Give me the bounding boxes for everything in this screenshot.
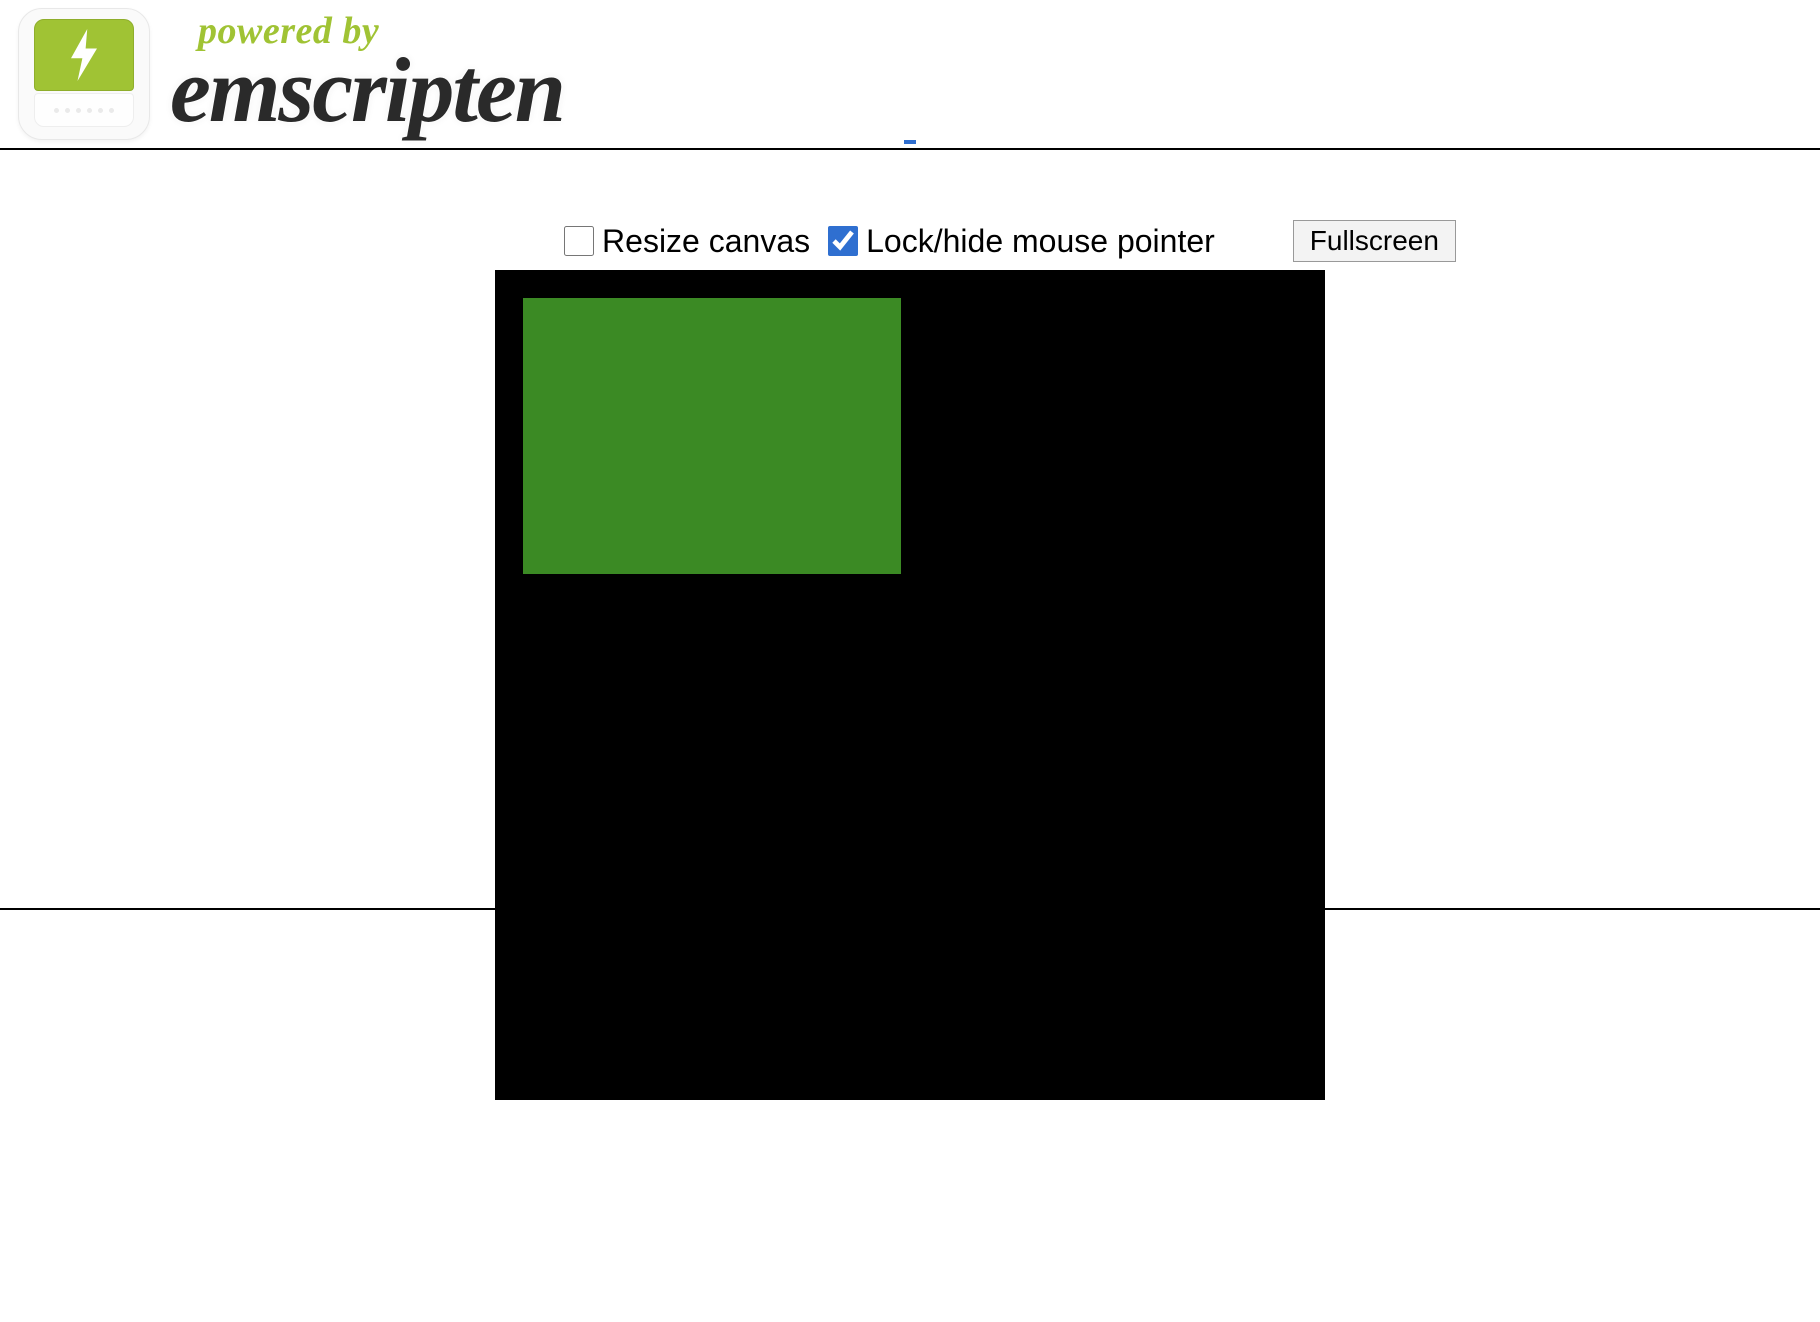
bolt-icon xyxy=(64,29,104,81)
logo-bottom xyxy=(34,93,134,127)
fullscreen-button[interactable]: Fullscreen xyxy=(1293,220,1456,262)
footer-divider xyxy=(0,908,1820,910)
lock-pointer-group[interactable]: Lock/hide mouse pointer xyxy=(828,223,1215,260)
header: powered by emscripten xyxy=(0,0,1820,148)
controls-bar: Resize canvas Lock/hide mouse pointer Fu… xyxy=(0,220,1820,262)
lock-pointer-checkbox[interactable] xyxy=(828,226,858,256)
lock-pointer-label: Lock/hide mouse pointer xyxy=(866,223,1215,260)
canvas-area xyxy=(0,270,1820,1100)
logo-text: powered by emscripten xyxy=(170,12,564,136)
progress-mark xyxy=(904,140,916,144)
canvas[interactable] xyxy=(495,270,1325,1100)
brand-name: emscripten xyxy=(170,44,564,136)
logo-top xyxy=(34,19,134,91)
header-divider xyxy=(0,148,1820,150)
resize-canvas-label: Resize canvas xyxy=(602,223,810,260)
resize-canvas-checkbox[interactable] xyxy=(564,226,594,256)
resize-canvas-group[interactable]: Resize canvas xyxy=(564,223,810,260)
green-rect xyxy=(523,298,901,574)
emscripten-logo-icon xyxy=(18,8,150,140)
